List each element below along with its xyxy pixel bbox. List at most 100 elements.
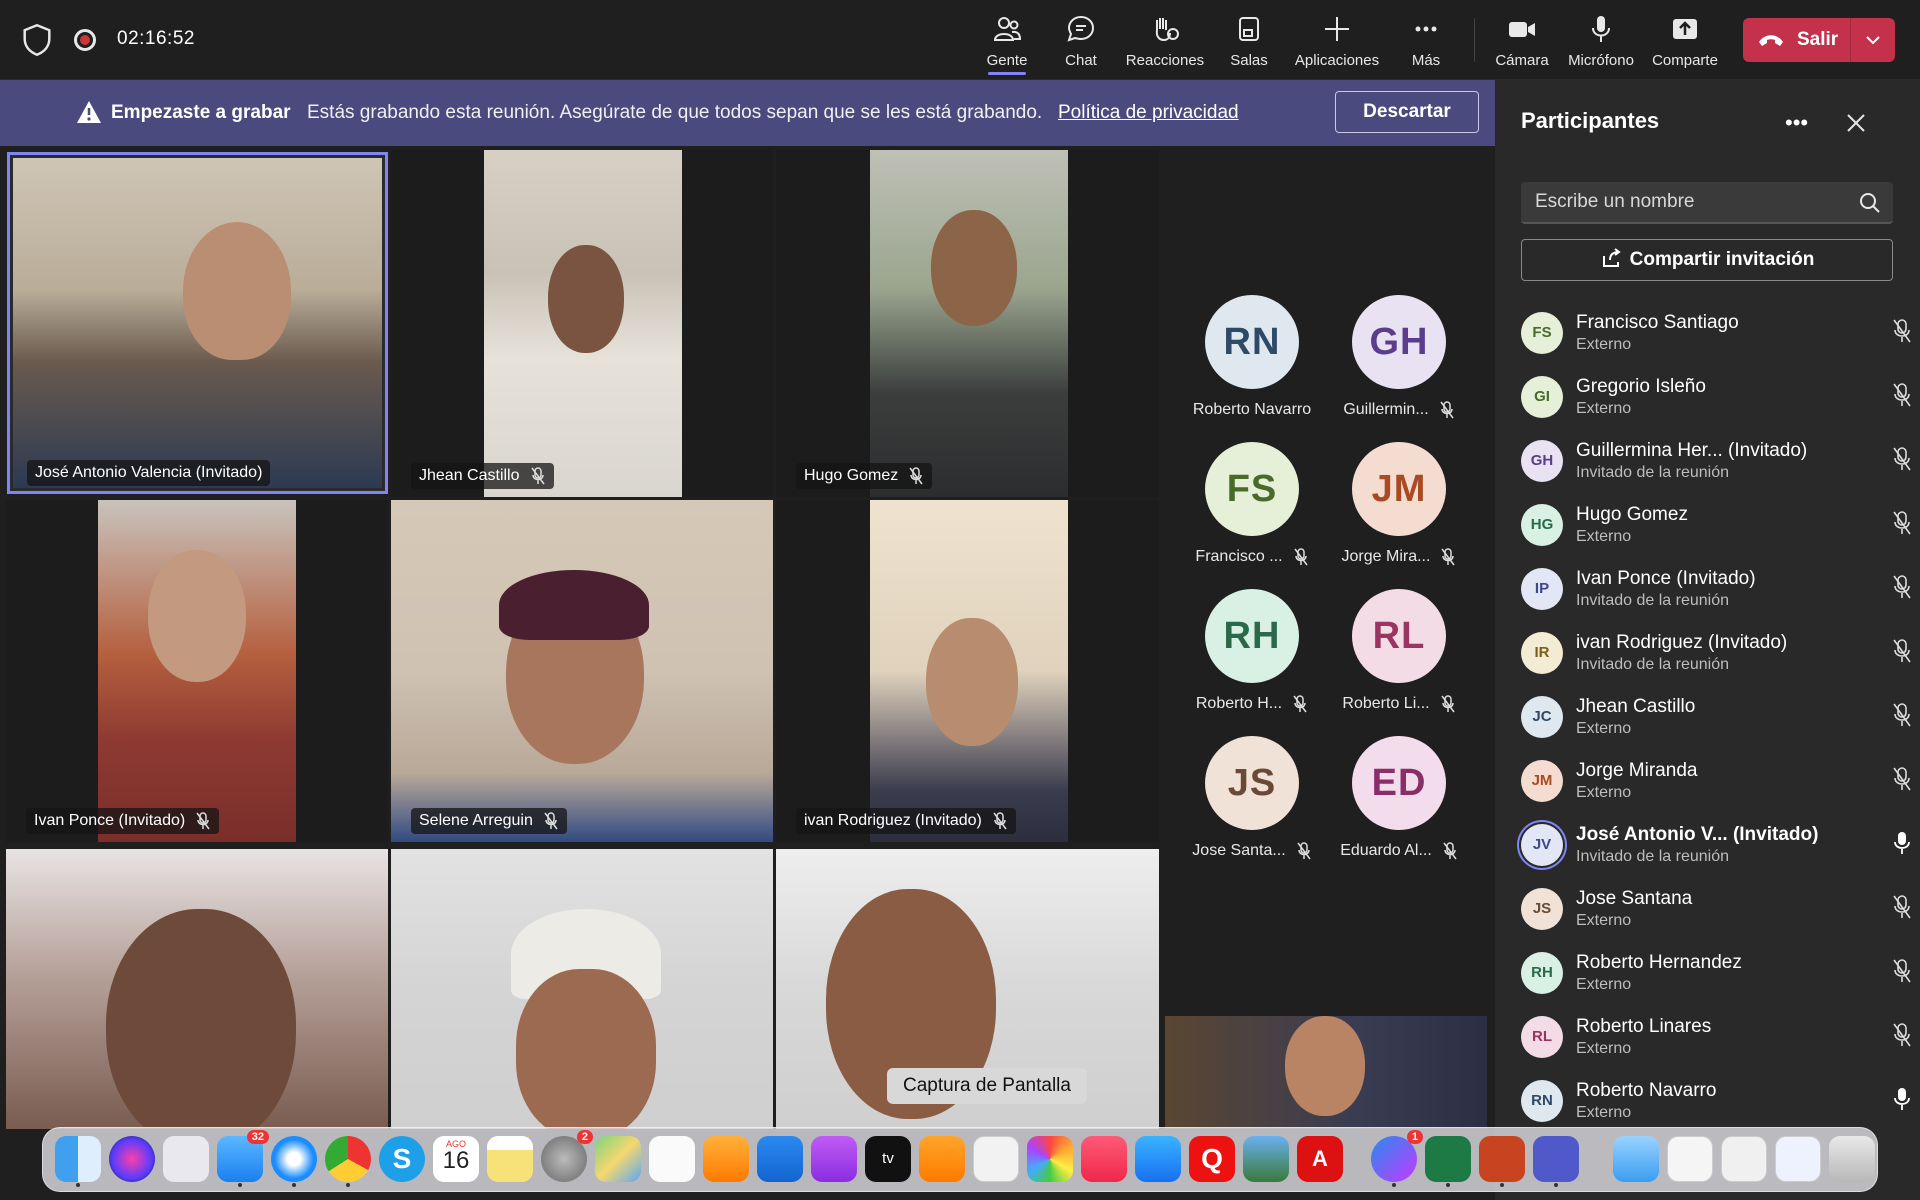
system-settings-icon[interactable]: 2 <box>541 1130 593 1182</box>
video-tile[interactable]: ivan Rodriguez (Invitado) <box>776 500 1159 842</box>
participant-search[interactable] <box>1521 182 1893 224</box>
skype-icon[interactable]: S <box>379 1136 425 1182</box>
mic-off-icon[interactable] <box>1891 766 1913 792</box>
apps-button[interactable]: Aplicaciones <box>1290 10 1384 72</box>
notes-icon[interactable] <box>487 1136 533 1182</box>
trash-icon[interactable] <box>1829 1136 1875 1182</box>
preview-icon[interactable] <box>1243 1136 1289 1182</box>
avatar-tile[interactable]: RL Roberto Li... <box>1333 589 1465 713</box>
launchpad-icon[interactable] <box>163 1136 209 1182</box>
chrome-icon[interactable] <box>325 1136 371 1187</box>
app-store-icon[interactable] <box>1135 1136 1181 1182</box>
safari-icon[interactable] <box>271 1136 317 1187</box>
chat-button[interactable]: Chat <box>1059 10 1103 72</box>
reminders-icon[interactable] <box>649 1136 695 1182</box>
mic-off-icon[interactable] <box>1891 382 1913 408</box>
excel-icon[interactable] <box>1425 1136 1471 1187</box>
podcasts-icon[interactable] <box>811 1136 857 1182</box>
video-tile[interactable] <box>391 849 773 1129</box>
mail-icon[interactable]: 32 <box>217 1130 269 1187</box>
mic-off-icon[interactable] <box>1891 1022 1913 1048</box>
finder-icon[interactable] <box>55 1136 101 1187</box>
self-view-video[interactable] <box>1165 1016 1487 1129</box>
avatar-tile[interactable]: ED Eduardo Al... <box>1333 736 1465 860</box>
mic-off-icon[interactable] <box>1891 958 1913 984</box>
participant-row[interactable]: JV José Antonio V... (Invitado) Invitado… <box>1521 816 1910 876</box>
video-tile[interactable]: Hugo Gomez <box>776 150 1159 497</box>
mic-off-icon[interactable] <box>1891 702 1913 728</box>
avatar-tile[interactable]: RH Roberto H... <box>1186 589 1318 713</box>
screenshot-icon[interactable] <box>973 1136 1019 1182</box>
avatar-tile[interactable]: JS Jose Santa... <box>1186 736 1318 860</box>
quickbooks-icon[interactable]: Q <box>1189 1136 1235 1182</box>
share-invite-button[interactable]: Compartir invitación <box>1521 239 1893 281</box>
siri-icon[interactable] <box>109 1136 155 1182</box>
people-button[interactable]: Gente <box>982 10 1032 75</box>
mic-off-icon[interactable] <box>1891 894 1913 920</box>
participant-row[interactable]: JS Jose Santana Externo <box>1521 880 1911 940</box>
teams-icon[interactable] <box>1533 1136 1579 1187</box>
close-icon[interactable] <box>1845 112 1867 134</box>
participant-face-image <box>106 909 296 1129</box>
participant-row[interactable]: RH Roberto Hernandez Externo <box>1521 944 1911 1004</box>
calendar-icon[interactable]: AGO 16 <box>433 1136 479 1182</box>
avatar-tile[interactable]: JM Jorge Mira... <box>1333 442 1465 566</box>
privacy-policy-link[interactable]: Política de privacidad <box>1058 102 1239 124</box>
books-icon[interactable] <box>919 1136 965 1182</box>
video-tile[interactable]: Jhean Castillo <box>391 150 773 497</box>
music-icon[interactable] <box>1081 1136 1127 1182</box>
shield-icon[interactable] <box>22 24 52 56</box>
participant-row[interactable]: HG Hugo Gomez Externo <box>1521 496 1911 556</box>
mic-icon[interactable] <box>1891 1086 1913 1112</box>
mic-off-icon[interactable] <box>1891 574 1913 600</box>
leave-button[interactable]: Salir <box>1743 18 1895 62</box>
recent-document-icon[interactable] <box>1775 1136 1821 1182</box>
participant-role: Invitado de la reunión <box>1576 464 1729 481</box>
mic-icon[interactable] <box>1891 830 1913 856</box>
participant-row[interactable]: JM Jorge Miranda Externo <box>1521 752 1911 812</box>
share-button[interactable]: Comparte <box>1650 10 1720 72</box>
meeting-timer: 02:16:52 <box>117 28 195 49</box>
mic-off-icon[interactable] <box>1891 446 1913 472</box>
video-tile[interactable]: Selene Arreguin <box>391 500 773 842</box>
maps-icon[interactable] <box>595 1136 641 1182</box>
microphone-button[interactable]: Micrófono <box>1566 10 1636 72</box>
downloads-folder-icon[interactable] <box>1613 1136 1659 1182</box>
participant-row[interactable]: RL Roberto Linares Externo <box>1521 1008 1911 1068</box>
mic-off-icon[interactable] <box>1891 638 1913 664</box>
video-tile[interactable]: Fr <box>6 849 388 1129</box>
chevron-down-icon[interactable] <box>1863 30 1883 50</box>
pages-icon[interactable] <box>703 1136 749 1182</box>
avatar-tile[interactable]: FS Francisco ... <box>1186 442 1318 566</box>
video-tile[interactable]: José Antonio Valencia (Invitado) <box>7 152 388 494</box>
participant-row[interactable]: GH Guillermina Her... (Invitado) Invitad… <box>1521 432 1911 492</box>
mic-off-icon[interactable] <box>1891 510 1913 536</box>
powerpoint-icon[interactable] <box>1479 1136 1525 1187</box>
avatar-tile[interactable]: GH Guillermin... <box>1333 295 1465 419</box>
reactions-button[interactable]: Reacciones <box>1122 10 1208 72</box>
recent-document-icon[interactable] <box>1721 1136 1767 1182</box>
mic-off-icon[interactable] <box>1891 318 1913 344</box>
more-button[interactable]: Más <box>1404 10 1448 72</box>
participant-row[interactable]: JC Jhean Castillo Externo <box>1521 688 1911 748</box>
participant-name: José Antonio V... (Invitado) <box>1576 824 1819 845</box>
avatar-tile[interactable]: RN Roberto Navarro <box>1186 295 1318 419</box>
participant-row[interactable]: IR ivan Rodriguez (Invitado) Invitado de… <box>1521 624 1911 684</box>
dismiss-button[interactable]: Descartar <box>1335 91 1479 133</box>
photos-icon[interactable] <box>1027 1136 1073 1182</box>
participant-name-tag: Ivan Ponce (Invitado) <box>26 808 220 834</box>
apple-tv-icon[interactable]: tv <box>865 1136 911 1182</box>
video-tile[interactable]: Ivan Ponce (Invitado) <box>6 500 388 842</box>
panel-more-icon[interactable]: ••• <box>1785 110 1808 136</box>
participant-row[interactable]: FS Francisco Santiago Externo <box>1521 304 1911 364</box>
camera-button[interactable]: Cámara <box>1494 10 1550 72</box>
keynote-icon[interactable] <box>757 1136 803 1182</box>
messenger-icon[interactable]: 1 <box>1371 1130 1423 1187</box>
recent-document-icon[interactable] <box>1667 1136 1713 1182</box>
search-input[interactable] <box>1521 182 1841 222</box>
participant-row[interactable]: IP Ivan Ponce (Invitado) Invitado de la … <box>1521 560 1911 620</box>
autocad-icon[interactable]: A <box>1297 1136 1343 1182</box>
participant-row[interactable]: GI Gregorio Isleño Externo <box>1521 368 1911 428</box>
rooms-button[interactable]: Salas <box>1226 10 1272 72</box>
participant-row[interactable]: RN Roberto Navarro Externo <box>1521 1072 1910 1132</box>
